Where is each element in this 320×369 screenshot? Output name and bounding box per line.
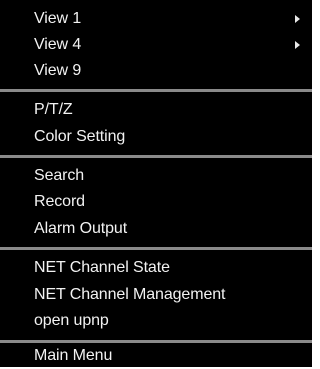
menu-item-label: Alarm Output (34, 220, 128, 237)
menu-item-label: View 1 (34, 10, 82, 27)
chevron-right-icon (295, 15, 300, 23)
menu-divider (0, 89, 312, 92)
menu-item-label: Main Menu (34, 347, 113, 364)
menu-item-label: Record (34, 193, 85, 210)
menu-item-label: NET Channel State (34, 259, 170, 276)
menu-item-label: open upnp (34, 312, 109, 329)
chevron-right-icon (295, 41, 300, 49)
menu-divider (0, 155, 312, 158)
menu-item-open-upnp[interactable]: open upnp (0, 308, 312, 334)
menu-item-net-channel-state[interactable]: NET Channel State (0, 255, 312, 281)
menu-item-label: Color Setting (34, 128, 126, 145)
menu-divider (0, 247, 312, 250)
menu-item-main-menu[interactable]: Main Menu (0, 343, 312, 369)
menu-item-alarm-output[interactable]: Alarm Output (0, 216, 312, 242)
menu-item-net-channel-management[interactable]: NET Channel Management (0, 282, 312, 308)
menu-item-label: View 4 (34, 36, 82, 53)
menu-item-search[interactable]: Search (0, 163, 312, 189)
menu-item-label: Search (34, 167, 85, 184)
menu-item-ptz[interactable]: P/T/Z (0, 97, 312, 123)
context-menu: View 1 View 4 View 9 P/T/Z Color Setting… (0, 0, 312, 367)
menu-item-label: P/T/Z (34, 101, 73, 118)
menu-item-color-setting[interactable]: Color Setting (0, 124, 312, 150)
menu-item-view-1[interactable]: View 1 (0, 6, 312, 32)
menu-item-label: NET Channel Management (34, 286, 226, 303)
menu-item-view-4[interactable]: View 4 (0, 32, 312, 58)
menu-item-label: View 9 (34, 62, 82, 79)
menu-item-view-9[interactable]: View 9 (0, 58, 312, 84)
menu-item-record[interactable]: Record (0, 189, 312, 215)
